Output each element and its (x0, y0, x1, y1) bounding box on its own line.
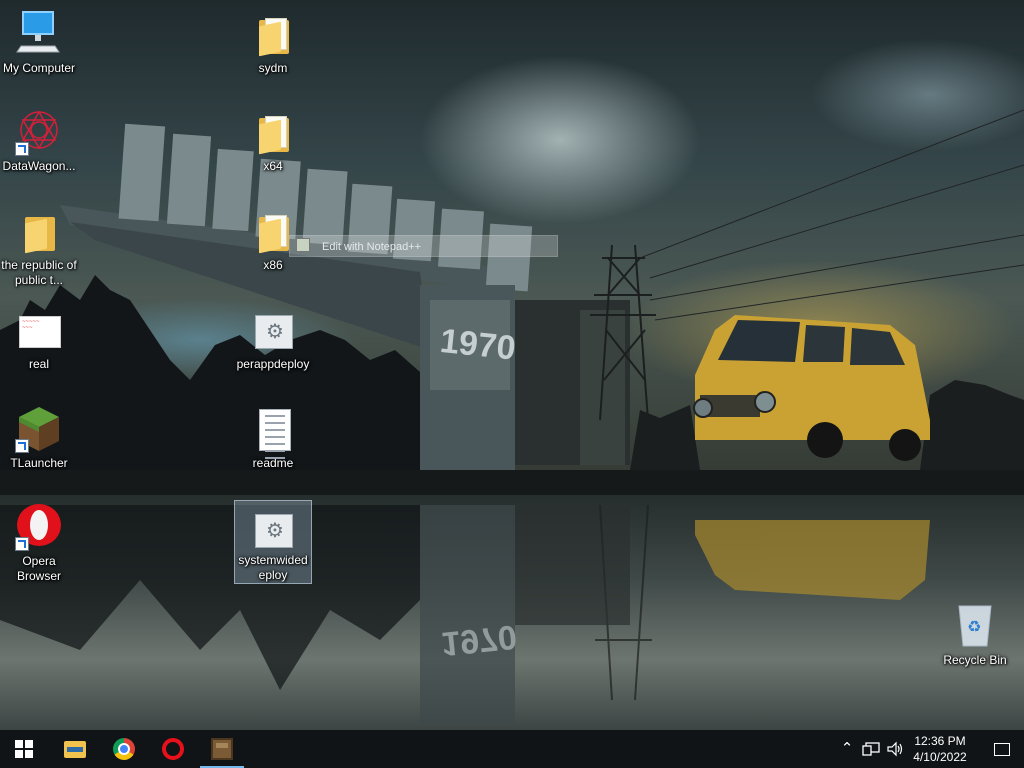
folder-icon (249, 108, 297, 156)
folder-icon (249, 10, 297, 58)
desktop-icon-label: real (28, 357, 49, 371)
text-document-icon (249, 405, 297, 459)
clock-date: 4/10/2022 (913, 750, 967, 764)
opera-icon (15, 503, 63, 551)
taskbar-file-explorer[interactable] (51, 730, 99, 768)
windows-logo-icon (15, 740, 33, 758)
desktop-icon-datawagon[interactable]: DataWagon... (1, 108, 77, 174)
desktop-icon-label: Opera Browser (16, 554, 61, 583)
network-icon[interactable] (860, 730, 882, 768)
shortcut-arrow-icon (15, 537, 29, 551)
shortcut-arrow-icon (15, 439, 29, 453)
folder-icon (15, 207, 63, 255)
desktop-icon-x64[interactable]: x64 (235, 108, 311, 174)
desktop-icon-sydm[interactable]: sydm (235, 10, 311, 76)
taskbar-tlauncher[interactable] (198, 730, 246, 768)
desktop-icon-readme[interactable]: readme (235, 405, 311, 471)
show-hidden-icons-chevron-icon[interactable]: ⌃ (838, 730, 856, 768)
context-hint-label: Edit with Notepad++ (322, 241, 422, 253)
desktop-icon-my-computer[interactable]: My Computer (1, 10, 77, 76)
datawagon-icon (15, 108, 63, 156)
setup-gear-icon: ⚙ (249, 306, 297, 354)
chrome-icon (113, 738, 135, 760)
desktop-icon-perappdeploy[interactable]: ⚙ perappdeploy (235, 306, 311, 372)
desktop-icon-label: the republic of public t... (1, 258, 77, 287)
shortcut-arrow-icon (15, 142, 29, 156)
volume-icon[interactable] (884, 730, 906, 768)
desktop-icon-opera-browser[interactable]: Opera Browser (1, 503, 77, 584)
desktop-icon-real[interactable]: ~~~~~ ~~~ real (1, 306, 77, 372)
taskbar-chrome[interactable] (100, 730, 148, 768)
desktop-icon-label: systemwidedeploy (238, 553, 308, 582)
desktop-icon-label: x64 (263, 159, 283, 173)
folder-icon (64, 740, 86, 758)
monitor-icon (15, 10, 63, 58)
minecraft-block-icon (211, 738, 233, 760)
clock-time: 12:36 PM (914, 734, 966, 748)
desktop-icon-recycle-bin[interactable]: ♻ Recycle Bin (937, 602, 1013, 668)
start-button[interactable] (0, 730, 48, 768)
setup-gear-icon: ⚙ (249, 505, 297, 553)
desktop-icon-label: perappdeploy (236, 357, 310, 371)
desktop-icon-tlauncher[interactable]: TLauncher (1, 405, 77, 471)
desktop-icon-label: My Computer (2, 61, 76, 75)
monument-year-text: 1970 (438, 322, 517, 368)
svg-text:♻: ♻ (967, 617, 981, 636)
action-center-button[interactable] (980, 730, 1024, 768)
wallpaper-scene: 1970 1970 (0, 109, 1024, 725)
recycle-bin-icon: ♻ (951, 602, 999, 650)
taskbar: ⌃ (0, 730, 1024, 768)
image-icon: ~~~~~ ~~~ (15, 306, 63, 354)
monument-year-reflection: 1970 (439, 617, 518, 663)
taskbar-clock[interactable]: 12:36 PM 4/10/2022 (905, 730, 975, 768)
notepadpp-icon (296, 238, 310, 252)
opera-icon (162, 738, 184, 760)
notification-icon (994, 742, 1010, 756)
desktop-icon-label: x86 (263, 258, 283, 272)
desktop-icon-systemwidedeploy[interactable]: ⚙ systemwidedeploy (234, 500, 312, 584)
desktop-icon-label: DataWagon... (2, 159, 76, 173)
desktop-wallpaper: 1970 1970 (0, 0, 1024, 730)
taskbar-opera[interactable] (149, 730, 197, 768)
desktop-icon-label: sydm (258, 61, 288, 75)
desktop-icon-label: Recycle Bin (943, 653, 1007, 667)
edit-with-notepadpp-hint[interactable]: Edit with Notepad++ (289, 235, 558, 257)
minecraft-block-icon (15, 405, 63, 453)
desktop-icon-republic-folder[interactable]: the republic of public t... (1, 207, 77, 288)
desktop-icon-label: TLauncher (10, 456, 68, 470)
